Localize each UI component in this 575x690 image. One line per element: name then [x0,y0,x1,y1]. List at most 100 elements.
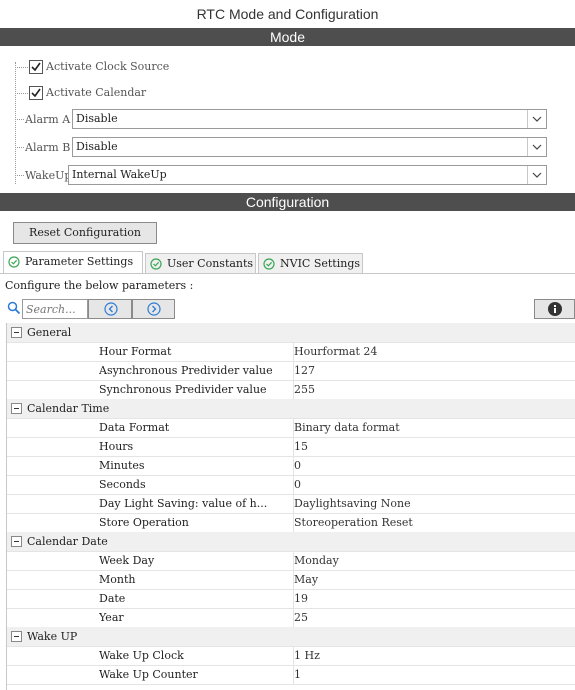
chevron-down-icon[interactable] [527,110,546,128]
parameter-row[interactable]: Hour Format Hourformat 24 [7,342,575,362]
info-icon [548,302,562,316]
parameter-name: Data Format [99,421,170,434]
parameter-name: Date [99,592,126,605]
check-icon [31,62,41,72]
chevron-down-icon[interactable] [527,166,546,184]
parameter-name: Asynchronous Predivider value [99,364,273,377]
parameter-name: Day Light Saving: value of h... [99,497,268,510]
parameter-value[interactable]: 25 [293,608,308,627]
parameter-group-title: General [27,326,72,339]
parameter-group[interactable]: General [7,323,575,343]
parameter-row[interactable]: Year 25 [7,608,575,628]
parameter-value[interactable]: 127 [293,361,315,380]
parameter-row[interactable]: Seconds 0 [7,475,575,495]
search-input[interactable] [22,299,88,319]
tree-branch [15,93,28,94]
parameter-group-title: Calendar Time [27,402,110,415]
tree-branch [15,119,24,120]
alarm-b-value: Disable [76,140,118,153]
activate-calendar-checkbox[interactable] [29,86,43,100]
parameter-value[interactable]: Hourformat 24 [293,342,377,361]
parameter-name: Hour Format [99,345,172,358]
parameter-row[interactable]: Hours 15 [7,437,575,457]
collapse-icon[interactable] [11,327,22,338]
check-circle-icon [150,258,162,270]
parameter-row[interactable]: Wake Up Counter 1 [7,665,575,685]
wakeup-select[interactable]: Internal WakeUp [68,165,547,185]
parameter-value[interactable]: 15 [293,437,308,456]
tree-branch [15,147,24,148]
window-title: RTC Mode and Configuration [196,6,379,22]
tab-strip-border [0,273,575,274]
parameter-name: Store Operation [99,516,189,529]
tab-label: Parameter Settings [25,255,134,268]
alarm-a-select[interactable]: Disable [72,109,547,129]
parameter-name: Minutes [99,459,145,472]
parameter-value[interactable]: Daylightsaving None [293,494,411,513]
wakeup-label: WakeUp [25,169,72,182]
search-icon [7,301,21,318]
wakeup-value: Internal WakeUp [72,168,167,181]
collapse-icon[interactable] [11,631,22,642]
parameter-value[interactable]: 19 [293,589,308,608]
tree-branch [15,175,24,176]
parameter-row[interactable]: Asynchronous Predivider value 127 [7,361,575,381]
reset-configuration-button[interactable]: Reset Configuration [13,222,157,244]
parameter-value[interactable]: Storeoperation Reset [293,513,413,532]
activate-calendar-label: Activate Calendar [46,86,147,99]
parameter-value[interactable]: May [293,570,318,589]
parameter-value[interactable]: Binary data format [293,418,400,437]
parameter-value[interactable]: 255 [293,380,315,399]
parameter-row[interactable]: Minutes 0 [7,456,575,476]
tab-label: User Constants [167,257,254,270]
parameter-row[interactable]: Date 19 [7,589,575,609]
parameter-name: Wake Up Clock [99,649,184,662]
parameter-row[interactable]: Data Format Binary data format [7,418,575,438]
alarm-a-label: Alarm A [25,113,71,126]
parameter-table: General Hour Format Hourformat 24 Asynchron… [6,323,575,690]
parameter-value[interactable]: Monday [293,551,339,570]
activate-clock-source-checkbox[interactable] [29,60,43,74]
tree-connector [15,62,16,184]
parameter-row[interactable]: Store Operation Storeoperation Reset [7,513,575,533]
mode-section-header: Mode [0,28,575,46]
parameter-name: Week Day [99,554,155,567]
parameter-value[interactable]: 0 [293,456,301,475]
alarm-a-value: Disable [76,112,118,125]
parameter-name: Wake Up Counter [99,668,198,681]
collapse-icon[interactable] [11,536,22,547]
parameter-group[interactable]: Calendar Date [7,532,575,552]
alarm-b-label: Alarm B [25,141,71,154]
tab-parameter-settings[interactable]: Parameter Settings [3,251,143,273]
parameter-name: Synchronous Predivider value [99,383,267,396]
check-circle-icon [263,258,275,270]
search-next-button[interactable] [132,299,175,319]
parameter-group-title: Wake UP [27,630,78,643]
search-previous-button[interactable] [88,299,132,319]
tab-user-constants[interactable]: User Constants [145,253,256,273]
instruction-text: Configure the below parameters : [5,279,194,292]
parameter-value[interactable]: 1 Hz [293,646,320,665]
parameter-name: Seconds [99,478,146,491]
parameter-value[interactable]: 1 [293,665,301,684]
parameter-group[interactable]: Wake UP [7,627,575,647]
activate-clock-source-label: Activate Clock Source [46,60,170,73]
configuration-section-header: Configuration [0,193,575,211]
parameter-row[interactable]: Synchronous Predivider value 255 [7,380,575,400]
alarm-b-select[interactable]: Disable [72,137,547,157]
parameter-group-title: Calendar Date [27,535,108,548]
tab-nvic-settings[interactable]: NVIC Settings [258,253,363,273]
parameter-row[interactable]: Day Light Saving: value of h... Daylights… [7,494,575,514]
tab-label: NVIC Settings [280,257,361,270]
collapse-icon[interactable] [11,403,22,414]
tree-branch [15,67,28,68]
parameter-row[interactable]: Wake Up Clock 1 Hz [7,646,575,666]
parameter-row[interactable]: Week Day Monday [7,551,575,571]
parameter-row[interactable]: Month May [7,570,575,590]
chevron-down-icon[interactable] [527,138,546,156]
parameter-value[interactable]: 0 [293,475,301,494]
chevron-left-circle-icon [104,302,118,316]
info-button[interactable] [534,299,575,319]
parameter-group[interactable]: Calendar Time [7,399,575,419]
parameter-name: Month [99,573,136,586]
